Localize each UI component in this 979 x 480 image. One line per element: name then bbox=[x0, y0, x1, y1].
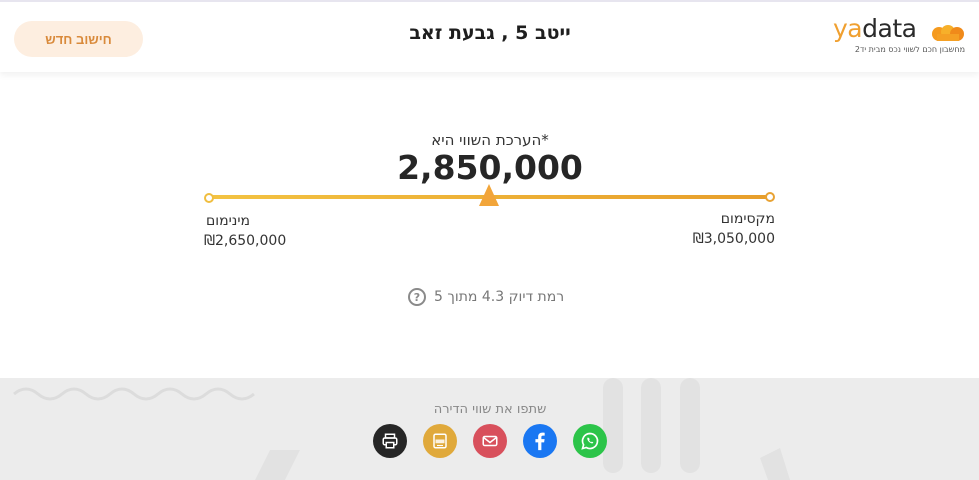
accuracy-rating: ? רמת דיוק 4.3 מתוך 5 bbox=[408, 288, 564, 306]
accuracy-text: רמת דיוק 4.3 מתוך 5 bbox=[434, 289, 565, 305]
whatsapp-icon bbox=[581, 432, 599, 450]
range-max-dot bbox=[765, 192, 775, 202]
share-title: שתפו את שווי הדירה bbox=[433, 402, 547, 417]
print-icon bbox=[382, 433, 398, 449]
valuation-value: 2,850,000 bbox=[397, 148, 583, 187]
share-footer: שתפו את שווי הדירה bbox=[0, 378, 979, 480]
property-address: ייטב 5 , גבעת זאב bbox=[409, 22, 571, 44]
valuation-marker bbox=[479, 184, 499, 206]
valuation-title: *הערכת השווי היא bbox=[431, 131, 549, 149]
new-calculation-button[interactable]: חישוב חדש bbox=[14, 21, 143, 57]
help-icon[interactable]: ? bbox=[408, 288, 426, 306]
logo-wordmark: yadata bbox=[833, 14, 917, 43]
logo-word-data: data bbox=[862, 14, 917, 43]
share-buttons bbox=[373, 424, 607, 458]
min-value: ₪2,650,000 bbox=[204, 233, 287, 249]
logo-word-ya: ya bbox=[833, 14, 863, 43]
top-header: חישוב חדש ייטב 5 , גבעת זאב yadata מחשבו… bbox=[0, 0, 979, 72]
yadata-logo[interactable]: yadata מחשבון חכם לשווי נכס מבית יד2 bbox=[833, 14, 965, 56]
facebook-icon bbox=[535, 432, 545, 451]
pdf-icon bbox=[433, 433, 447, 449]
max-label: מקסימום bbox=[720, 211, 775, 227]
min-label: מינימום bbox=[206, 213, 250, 229]
print-button[interactable] bbox=[373, 424, 407, 458]
facebook-share-button[interactable] bbox=[523, 424, 557, 458]
mail-icon bbox=[482, 435, 498, 447]
range-min-dot bbox=[204, 193, 214, 203]
whatsapp-share-button[interactable] bbox=[573, 424, 607, 458]
pdf-button[interactable] bbox=[423, 424, 457, 458]
email-share-button[interactable] bbox=[473, 424, 507, 458]
logo-cloud-icon bbox=[932, 25, 964, 41]
logo-tagline: מחשבון חכם לשווי נכס מבית יד2 bbox=[854, 45, 965, 54]
max-value: ₪3,050,000 bbox=[692, 231, 775, 247]
